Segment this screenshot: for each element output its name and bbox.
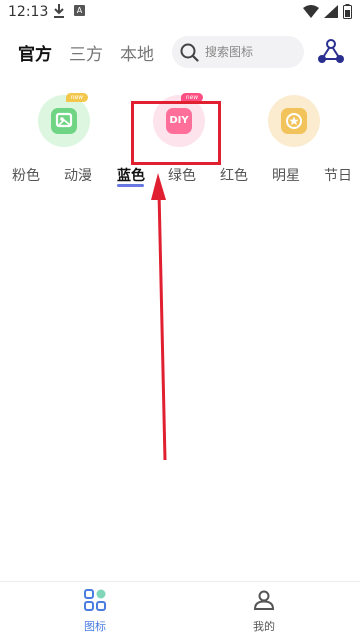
status-bar: 12:13 A [0,0,360,24]
active-tab-underline [117,184,144,187]
category-icon-1[interactable]: new [38,93,90,147]
new-badge: new [66,93,88,102]
search-icon [180,43,199,62]
category-tab-pink[interactable]: 粉色 [12,165,40,185]
nav-icons-label: 图标 [84,620,106,633]
battery-icon [343,4,352,19]
signal-icon [324,5,338,18]
tab-official[interactable]: 官方 [18,40,52,65]
category-tab-blue[interactable]: 蓝色 [117,165,145,185]
category-tab-star[interactable]: 明星 [272,165,300,185]
wifi-icon [303,5,319,18]
search-box[interactable] [172,36,304,68]
category-tab-red[interactable]: 红色 [220,165,248,185]
app-notification-badge: A [74,5,85,16]
status-time: 12:13 [8,4,49,20]
annotation-arrow [151,173,167,461]
category-tab-anime[interactable]: 动漫 [64,165,92,185]
grid-icon [84,589,106,611]
tab-local[interactable]: 本地 [120,40,154,65]
share-icon[interactable] [316,38,346,66]
nav-mine-label: 我的 [253,620,275,633]
user-icon [253,590,275,610]
search-input[interactable] [205,36,299,68]
bottom-nav: 图标 我的 [0,581,360,639]
star-icon [281,108,307,134]
nav-icons[interactable]: 图标 [65,588,125,634]
category-tab-festival[interactable]: 节日 [324,165,352,185]
status-indicators [303,4,352,19]
annotation-highlight-box [131,101,221,165]
photo-widget-icon [51,108,77,134]
app-screen: 12:13 A 官方 三方 本地 搜索图标 new DIY new 粉色 动漫 … [0,0,360,639]
nav-mine[interactable]: 我的 [234,588,294,634]
category-icon-3[interactable] [268,95,320,147]
tab-third-party[interactable]: 三方 [69,40,103,65]
download-icon [54,4,64,18]
